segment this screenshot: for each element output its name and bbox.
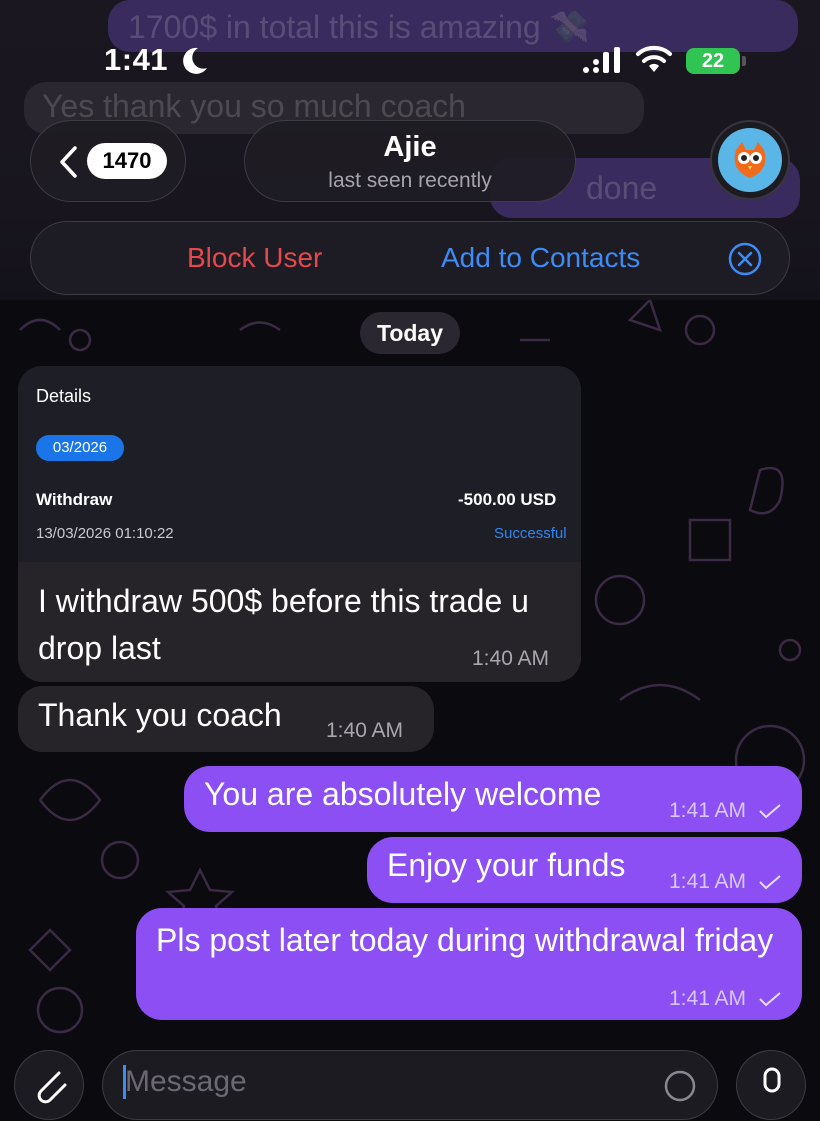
back-button[interactable]: 1470 [30, 120, 186, 202]
close-icon[interactable] [728, 242, 762, 276]
message-time: 1:41 AM [669, 870, 747, 893]
message-time: 1:41 AM [669, 987, 747, 1010]
withdraw-details-image[interactable]: Details 03/2026 Withdraw -500.00 USD 13/… [18, 366, 581, 562]
period-chip: 03/2026 [36, 435, 124, 461]
status-bar: 1:41 22 [0, 40, 820, 84]
checkmark-icon [759, 992, 781, 1007]
checkmark-icon [759, 875, 781, 890]
transaction-amount: -500.00 USD [458, 490, 557, 509]
attach-button[interactable] [14, 1050, 84, 1120]
outgoing-message[interactable]: Pls post later today during withdrawal f… [136, 908, 802, 1020]
message-time: 1:40 AM [472, 647, 550, 670]
sticker-icon[interactable] [663, 1069, 697, 1103]
avatar-image [718, 128, 782, 192]
outgoing-message[interactable]: Enjoy your funds 1:41 AM [367, 837, 802, 903]
contact-action-bar: Block User Add to Contacts [30, 221, 790, 295]
message-placeholder: Message [125, 1065, 247, 1098]
message-text: Enjoy your funds [387, 847, 626, 883]
battery-nub [742, 56, 746, 66]
chevron-left-icon [60, 146, 77, 178]
block-user-button[interactable]: Block User [187, 242, 322, 274]
unread-count-badge: 1470 [87, 143, 167, 179]
message-text: You are absolutely welcome [204, 776, 602, 812]
owl-icon [734, 142, 766, 178]
message-input[interactable]: Message [102, 1050, 718, 1120]
checkmark-icon [759, 804, 781, 819]
incoming-message-with-image[interactable]: Details 03/2026 Withdraw -500.00 USD 13/… [18, 366, 581, 682]
clock: 1:41 [104, 42, 169, 77]
battery-indicator: 22 [686, 48, 740, 74]
composer-bar: Message [0, 1044, 820, 1120]
contact-status: last seen recently [328, 169, 492, 192]
moon-icon [183, 47, 207, 74]
message-time: 1:41 AM [669, 799, 747, 822]
add-to-contacts-button[interactable]: Add to Contacts [441, 242, 640, 274]
chat-title[interactable]: Ajie last seen recently [244, 120, 576, 202]
microphone-button[interactable] [736, 1050, 806, 1120]
contact-name: Ajie [383, 131, 437, 163]
microphone-icon [763, 1067, 781, 1093]
transaction-status: Successful [494, 525, 567, 542]
message-text: Pls post later today during withdrawal f… [156, 922, 774, 958]
message-time: 1:40 AM [326, 719, 404, 742]
signal-icon [583, 47, 620, 73]
transaction-type: Withdraw [36, 490, 113, 509]
wifi-icon [636, 45, 672, 72]
outgoing-message[interactable]: You are absolutely welcome 1:41 AM [184, 766, 802, 832]
details-label: Details [36, 386, 92, 406]
incoming-message[interactable]: Thank you coach 1:40 AM [18, 686, 434, 752]
date-separator: Today [360, 312, 460, 354]
transaction-timestamp: 13/03/2026 01:10:22 [36, 525, 174, 542]
avatar[interactable] [710, 120, 790, 200]
paperclip-icon [37, 1071, 67, 1104]
message-text: Thank you coach [38, 697, 282, 733]
